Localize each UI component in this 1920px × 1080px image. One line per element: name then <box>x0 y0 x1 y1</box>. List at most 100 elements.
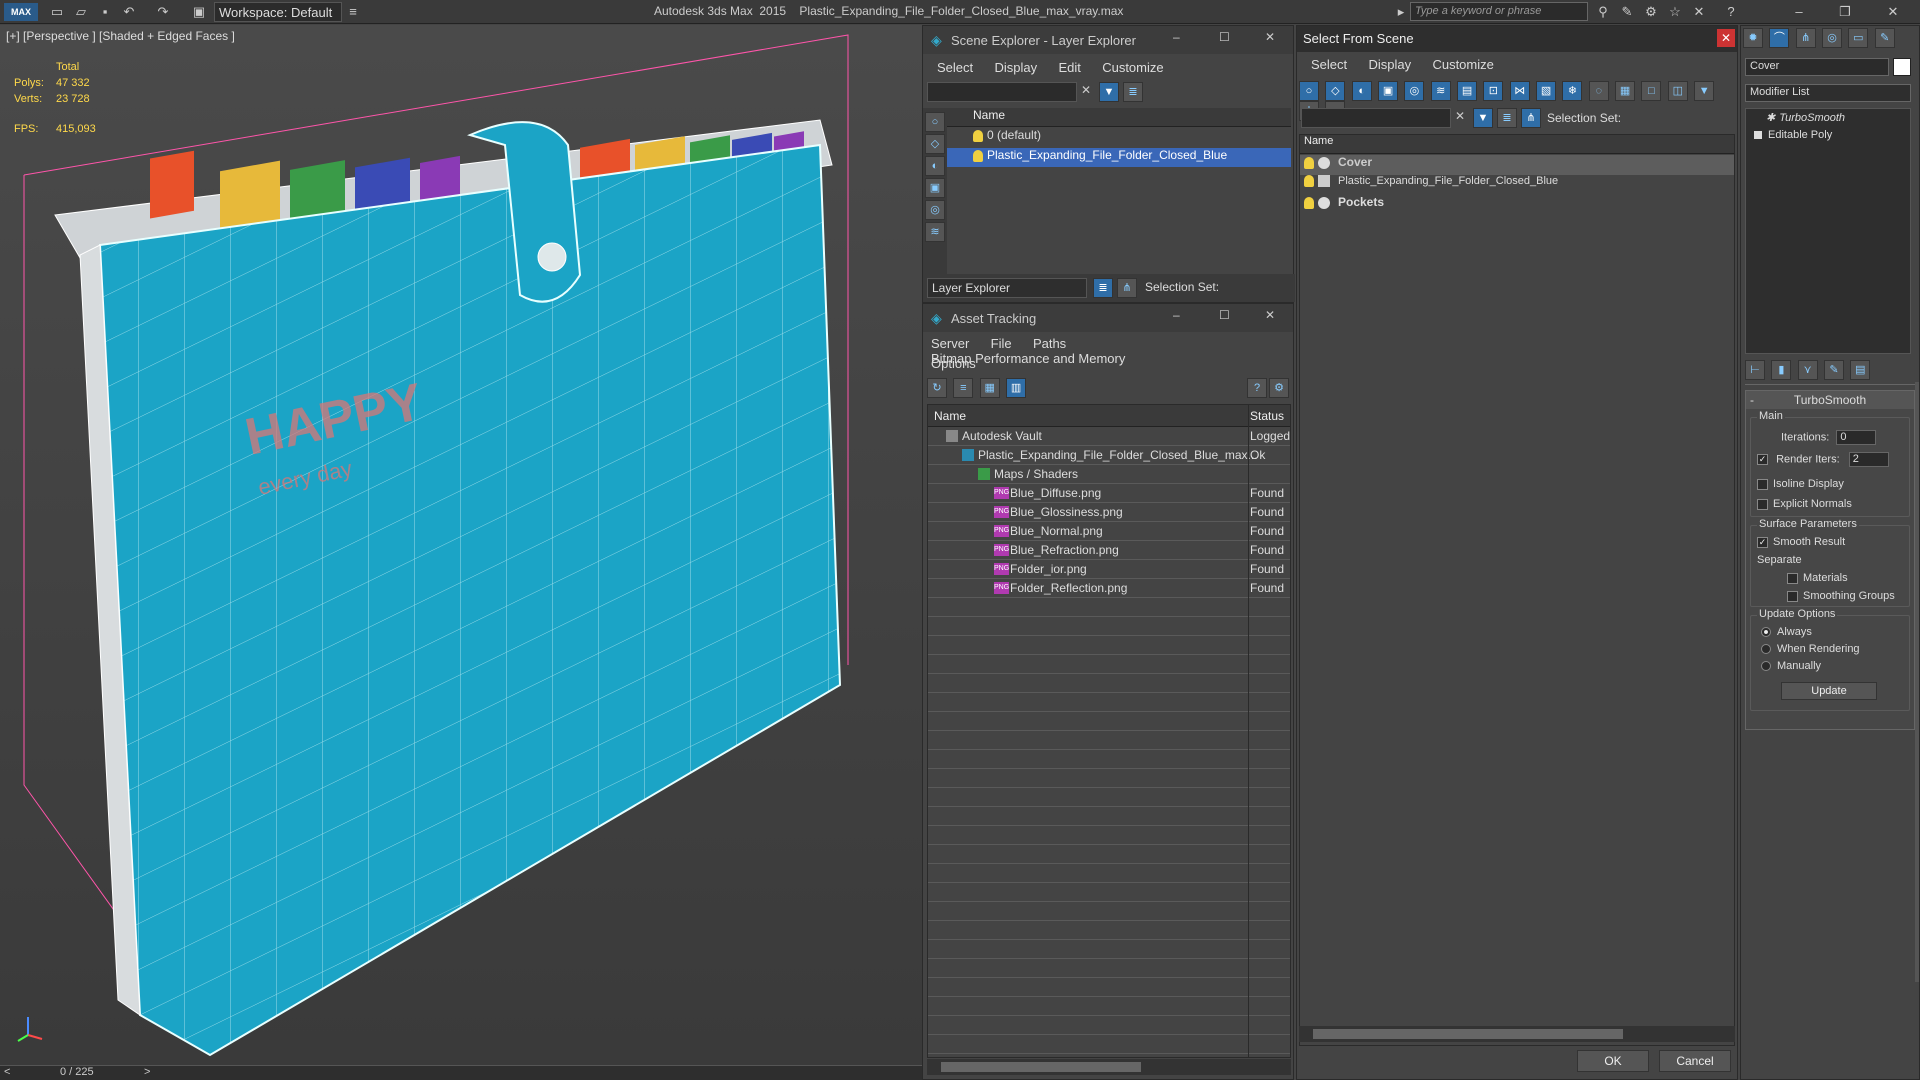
asset-row[interactable]: PNG Blue_Glossiness.png Found <box>928 503 1290 522</box>
when-rendering-row[interactable]: When Rendering <box>1761 643 1860 655</box>
close-icon[interactable]: ✕ <box>1884 3 1902 21</box>
display-helpers-icon[interactable]: ◎ <box>925 200 945 220</box>
lightbulb-icon[interactable] <box>1304 175 1314 188</box>
close-icon[interactable]: ✕ <box>1265 30 1275 44</box>
menu-select[interactable]: Select <box>937 60 973 75</box>
minimize-icon[interactable]: – <box>1173 308 1180 322</box>
render-iters-spinner[interactable]: 2 <box>1848 452 1889 467</box>
object-name-field[interactable]: Cover <box>1745 58 1889 76</box>
show-end-result-icon[interactable]: ▮ <box>1771 360 1792 380</box>
display-cameras-icon[interactable]: ▣ <box>925 178 945 198</box>
command-panel-scrollbar[interactable] <box>1915 382 1919 982</box>
help-icon[interactable]: ? <box>1722 3 1740 21</box>
display-spacewarps-icon[interactable]: ≋ <box>925 222 945 242</box>
iterations-spinner[interactable]: 0 <box>1836 430 1877 445</box>
scrollbar-thumb[interactable] <box>941 1062 1141 1072</box>
always-row[interactable]: Always <box>1761 626 1812 638</box>
filter-icon[interactable]: ▼ <box>1694 81 1715 101</box>
layer-row-default[interactable]: 0 (default) <box>947 128 1291 147</box>
group-filter-icon[interactable]: ▤ <box>1457 81 1478 101</box>
filter-icon[interactable]: ▼ <box>1099 82 1119 102</box>
filter-toggle-icon[interactable]: ▼ <box>1473 108 1493 128</box>
restore-icon[interactable]: ❐ <box>1836 3 1854 21</box>
always-radio[interactable] <box>1761 627 1771 638</box>
manually-radio[interactable] <box>1761 661 1771 672</box>
camera-filter-icon[interactable]: ▣ <box>1378 81 1399 101</box>
hierarchy-tab-icon[interactable]: ⋔ <box>1795 28 1816 48</box>
smoothing-groups-checkbox[interactable] <box>1787 590 1798 602</box>
menu-display[interactable]: Display <box>994 60 1037 75</box>
column-header-status[interactable]: Status <box>1250 409 1284 423</box>
select-all-icon[interactable]: ▦ <box>1615 81 1636 101</box>
menu-paths[interactable]: Paths <box>1033 336 1066 351</box>
display-geometry-icon[interactable]: ○ <box>925 112 945 132</box>
minimize-icon[interactable]: – <box>1173 30 1180 44</box>
workspace-dropdown[interactable]: Workspace: Default <box>214 2 342 22</box>
object-color-swatch[interactable] <box>1893 58 1911 76</box>
asset-tracking-titlebar[interactable]: ◈ Asset Tracking – ☐ ✕ <box>923 304 1293 332</box>
shape-filter-icon[interactable]: ◇ <box>1325 81 1346 101</box>
search-arrow-icon[interactable]: ▸ <box>1392 3 1410 21</box>
menu-customize[interactable]: Customize <box>1432 57 1493 72</box>
lightbulb-icon[interactable] <box>973 149 983 162</box>
refresh-icon[interactable]: ↻ <box>927 378 947 398</box>
motion-tab-icon[interactable]: ◎ <box>1822 28 1843 48</box>
close-icon[interactable]: ✕ <box>1717 29 1735 47</box>
hidden-filter-icon[interactable]: ◌ <box>1588 81 1609 101</box>
render-iters-checkbox[interactable]: ✓ <box>1757 454 1768 465</box>
configure-modifier-sets-icon[interactable]: ▤ <box>1850 360 1871 380</box>
stack-item-editable-poly[interactable]: Editable Poly <box>1746 129 1910 148</box>
materials-checkbox[interactable] <box>1787 572 1798 584</box>
close-icon[interactable]: ✕ <box>1265 308 1275 322</box>
menu-select[interactable]: Select <box>1311 57 1347 72</box>
app-logo[interactable]: MAX <box>4 3 38 21</box>
exchange-icon[interactable]: ✕ <box>1690 3 1708 21</box>
lightbulb-icon[interactable] <box>973 129 983 142</box>
menu-file[interactable]: File <box>991 336 1012 351</box>
explicit-normals-row[interactable]: Explicit Normals <box>1757 498 1852 510</box>
asset-horizontal-scrollbar[interactable] <box>927 1059 1291 1075</box>
layer-tools-icon[interactable]: ≣ <box>1123 82 1143 102</box>
helper-filter-icon[interactable]: ◎ <box>1404 81 1425 101</box>
scrollbar-thumb[interactable] <box>1313 1029 1623 1039</box>
display-tab-icon[interactable]: ▭ <box>1848 28 1869 48</box>
minimize-icon[interactable]: – <box>1790 3 1808 21</box>
utilities-tab-icon[interactable]: ✎ <box>1874 28 1895 48</box>
project-icon[interactable]: ▣ <box>190 3 208 21</box>
select-invert-icon[interactable]: ◫ <box>1667 81 1688 101</box>
make-unique-icon[interactable]: ⋎ <box>1797 360 1818 380</box>
xref-filter-icon[interactable]: ⊡ <box>1483 81 1504 101</box>
asset-row[interactable]: Plastic_Expanding_File_Folder_Closed_Blu… <box>928 446 1290 465</box>
cancel-button[interactable]: Cancel <box>1659 1050 1731 1072</box>
tools-icon[interactable]: ✎ <box>1618 3 1636 21</box>
layer-row-folder[interactable]: Plastic_Expanding_File_Folder_Closed_Blu… <box>947 148 1291 167</box>
clear-search-icon[interactable]: ✕ <box>1081 83 1091 97</box>
layer-explorer-icon[interactable]: ≣ <box>1093 278 1113 298</box>
menu-icon[interactable]: ≡ <box>344 3 362 21</box>
column-header-name[interactable]: Name <box>947 108 1291 127</box>
frozen-filter-icon[interactable]: ❄ <box>1562 81 1583 101</box>
layer-icon[interactable]: ≣ <box>1497 108 1517 128</box>
rollout-header[interactable]: - TurboSmooth <box>1746 391 1914 409</box>
binoculars-icon[interactable]: ⚲ <box>1594 3 1612 21</box>
object-row-pockets[interactable]: Pockets <box>1300 195 1734 215</box>
column-header-name[interactable]: Name <box>1300 135 1734 154</box>
collapse-icon[interactable]: - <box>1750 391 1754 409</box>
asset-row[interactable]: PNG Folder_Reflection.png Found <box>928 579 1290 598</box>
update-button[interactable]: Update <box>1781 682 1877 700</box>
column-header-name[interactable]: Name <box>934 409 966 423</box>
manually-row[interactable]: Manually <box>1761 660 1821 672</box>
explorer-type-dropdown[interactable]: Layer Explorer <box>927 278 1087 298</box>
time-prev-button[interactable]: < <box>4 1066 10 1078</box>
container-filter-icon[interactable]: ▧ <box>1536 81 1557 101</box>
object-row-folder[interactable]: Plastic_Expanding_File_Folder_Closed_Blu… <box>1300 175 1734 195</box>
isoline-row[interactable]: Isoline Display <box>1757 478 1844 490</box>
table-view-icon[interactable]: ▥ <box>1006 378 1027 398</box>
open-icon[interactable]: ▱ <box>72 3 90 21</box>
pin-stack-icon[interactable]: ⊢ <box>1745 360 1765 380</box>
modifier-stack[interactable]: ✱ TurboSmooth Editable Poly <box>1745 108 1911 354</box>
lightbulb-icon[interactable] <box>1304 196 1314 209</box>
asset-row[interactable]: PNG Blue_Normal.png Found <box>928 522 1290 541</box>
sfs-horizontal-scrollbar[interactable] <box>1299 1026 1735 1042</box>
asset-table[interactable]: Name Status Autodesk Vault Logged Plastic_… <box>927 404 1291 1058</box>
